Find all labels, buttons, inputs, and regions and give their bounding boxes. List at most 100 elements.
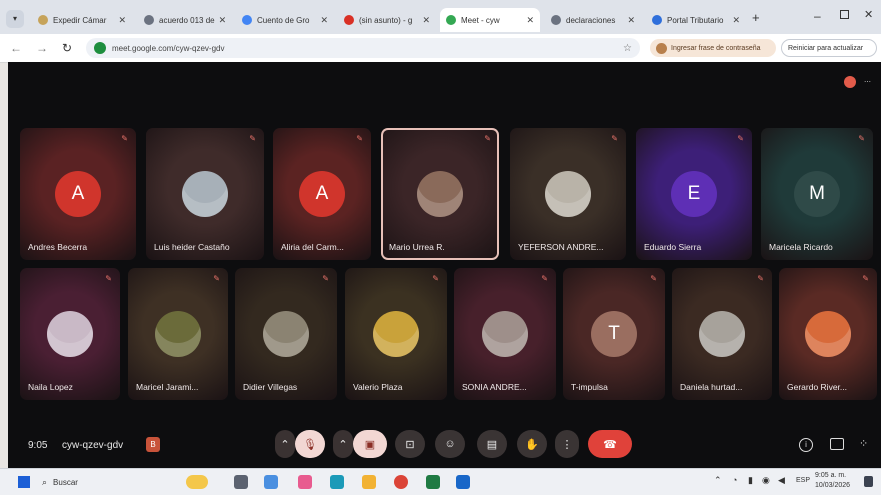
- notifications-icon[interactable]: [864, 476, 873, 487]
- tab-search-button[interactable]: ▾: [6, 10, 24, 28]
- participant-avatar: [47, 311, 93, 357]
- participant-avatar: [263, 311, 309, 357]
- participant-tile[interactable]: E Eduardo Sierra ✎: [636, 128, 752, 260]
- browser-tab[interactable]: declaraciones ✕: [545, 8, 641, 32]
- chrome-icon[interactable]: [394, 475, 408, 489]
- raise-hand-button[interactable]: ✋: [517, 430, 547, 458]
- search-placeholder: Buscar: [53, 477, 78, 487]
- back-icon[interactable]: ←: [10, 41, 22, 55]
- excel-icon[interactable]: [426, 475, 440, 489]
- tab-favicon-icon: [551, 15, 561, 25]
- participant-tile[interactable]: A Aliria del Carm... ✎: [273, 128, 371, 260]
- bookmark-star-icon[interactable]: ☆: [623, 43, 632, 54]
- participant-tile[interactable]: YEFERSON ANDRE... ✎: [510, 128, 626, 260]
- windows-taskbar: ⌕ Buscar ⌃ ◔ ▮ ◉ ◀ ESP 9:05 a. m. 10/03/…: [0, 468, 881, 495]
- site-info-icon[interactable]: [94, 42, 106, 54]
- tab-close-icon[interactable]: ✕: [316, 15, 328, 26]
- close-window-icon[interactable]: ✕: [864, 8, 873, 21]
- language-indicator[interactable]: ESP: [796, 477, 810, 484]
- camera-off-button[interactable]: ▣: [353, 430, 387, 458]
- browser-tab[interactable]: acuerdo 013 de ✕: [138, 8, 232, 32]
- audio-options-button[interactable]: ⌃: [275, 430, 295, 458]
- photos-icon[interactable]: [298, 475, 312, 489]
- minimize-icon[interactable]: –: [814, 9, 821, 23]
- widgets-icon[interactable]: [186, 475, 208, 489]
- chat-icon[interactable]: [830, 438, 844, 450]
- outlook-icon[interactable]: [456, 475, 470, 489]
- more-options-button[interactable]: ⋮: [555, 430, 579, 458]
- meeting-apps-icon[interactable]: [844, 76, 856, 88]
- start-button[interactable]: [18, 476, 30, 488]
- edge-icon[interactable]: [330, 475, 344, 489]
- participant-tile[interactable]: SONIA ANDRE... ✎: [454, 268, 556, 400]
- participant-avatar: [699, 311, 745, 357]
- participant-tile[interactable]: Naila Lopez ✎: [20, 268, 120, 400]
- tab-close-icon[interactable]: ✕: [728, 15, 740, 26]
- participant-tile[interactable]: M Maricela Ricardo ✎: [761, 128, 873, 260]
- participant-tile[interactable]: Daniela hurtad... ✎: [672, 268, 772, 400]
- participant-name: Andres Becerra: [28, 242, 88, 252]
- emoji-button[interactable]: ☺: [435, 430, 465, 458]
- task-view-icon[interactable]: [234, 475, 248, 489]
- clock-time[interactable]: 9:05 a. m.: [815, 472, 846, 479]
- folder-icon[interactable]: [362, 475, 376, 489]
- tab-close-icon[interactable]: ✕: [114, 15, 126, 26]
- host-badge: B: [146, 437, 160, 452]
- file-explorer-icon[interactable]: [264, 475, 278, 489]
- activities-icon[interactable]: ⁘: [859, 437, 868, 450]
- tab-close-icon[interactable]: ✕: [418, 15, 430, 26]
- taskbar-search[interactable]: ⌕ Buscar: [42, 474, 162, 490]
- participant-tile[interactable]: T T-impulsa ✎: [563, 268, 665, 400]
- wifi-icon[interactable]: ◉: [762, 475, 770, 486]
- participant-tile[interactable]: Valerio Plaza ✎: [345, 268, 447, 400]
- volume-icon[interactable]: ◀: [778, 475, 785, 486]
- tab-title: Meet - cyw: [461, 15, 500, 25]
- battery-icon[interactable]: ▮: [748, 475, 753, 486]
- browser-tab[interactable]: Meet - cyw ✕: [440, 8, 540, 32]
- tray-chevron-icon[interactable]: ⌃: [714, 475, 722, 486]
- mic-muted-icon: ✎: [650, 274, 657, 283]
- tab-close-icon[interactable]: ✕: [623, 15, 635, 26]
- tab-title: (sin asunto) - g: [359, 15, 413, 25]
- clock-date[interactable]: 10/03/2026: [815, 482, 850, 489]
- tab-favicon-icon: [652, 15, 662, 25]
- participant-tile[interactable]: Maricel Jarami... ✎: [128, 268, 228, 400]
- new-tab-button[interactable]: +: [752, 10, 760, 25]
- participant-tile[interactable]: Didier Villegas ✎: [235, 268, 337, 400]
- password-prompt-button[interactable]: Ingresar frase de contraseña: [650, 39, 776, 57]
- tab-close-icon[interactable]: ✕: [522, 15, 534, 26]
- participant-tile[interactable]: Mario Urrea R. ✎: [381, 128, 499, 260]
- tab-favicon-icon: [344, 15, 354, 25]
- avatar-initial: T: [608, 323, 620, 344]
- network-icon[interactable]: ◔: [732, 475, 737, 485]
- video-options-button[interactable]: ⌃: [333, 430, 353, 458]
- participant-tile[interactable]: Gerardo River... ✎: [779, 268, 877, 400]
- participant-name: YEFERSON ANDRE...: [518, 242, 604, 252]
- end-call-button[interactable]: ☎: [588, 430, 632, 458]
- participant-avatar: [155, 311, 201, 357]
- browser-tab[interactable]: (sin asunto) - g ✕: [338, 8, 436, 32]
- reload-icon[interactable]: ↻: [62, 41, 72, 55]
- avatar-initial: E: [687, 183, 701, 204]
- present-button[interactable]: ⊡: [395, 430, 425, 458]
- tab-close-icon[interactable]: ✕: [215, 15, 227, 26]
- participant-avatar: [545, 171, 591, 217]
- meeting-code: cyw-qzev-gdv: [62, 440, 124, 451]
- mic-off-button[interactable]: 🎙: [295, 430, 325, 458]
- tab-favicon-icon: [446, 15, 456, 25]
- tab-favicon-icon: [38, 15, 48, 25]
- meeting-info-icon[interactable]: i: [799, 438, 813, 452]
- captions-button[interactable]: ▤: [477, 430, 507, 458]
- address-bar[interactable]: meet.google.com/cyw-qzev-gdv ☆: [86, 38, 640, 58]
- browser-tab[interactable]: Cuento de Gro ✕: [236, 8, 334, 32]
- forward-icon[interactable]: →: [36, 41, 48, 55]
- browser-tab[interactable]: Portal Tributario ✕: [646, 8, 746, 32]
- restore-icon[interactable]: [840, 10, 849, 19]
- participant-avatar: E: [671, 171, 717, 217]
- participant-tile[interactable]: A Andres Becerra ✎: [20, 128, 136, 260]
- emoji-icon: ☺: [444, 438, 456, 450]
- participant-name: T-impulsa: [571, 382, 608, 392]
- browser-tab[interactable]: Expedir Cámar ✕: [32, 8, 132, 32]
- participant-tile[interactable]: Luis heider Castaño ✎: [146, 128, 264, 260]
- restart-update-button[interactable]: Reiniciar para actualizar: [781, 39, 877, 57]
